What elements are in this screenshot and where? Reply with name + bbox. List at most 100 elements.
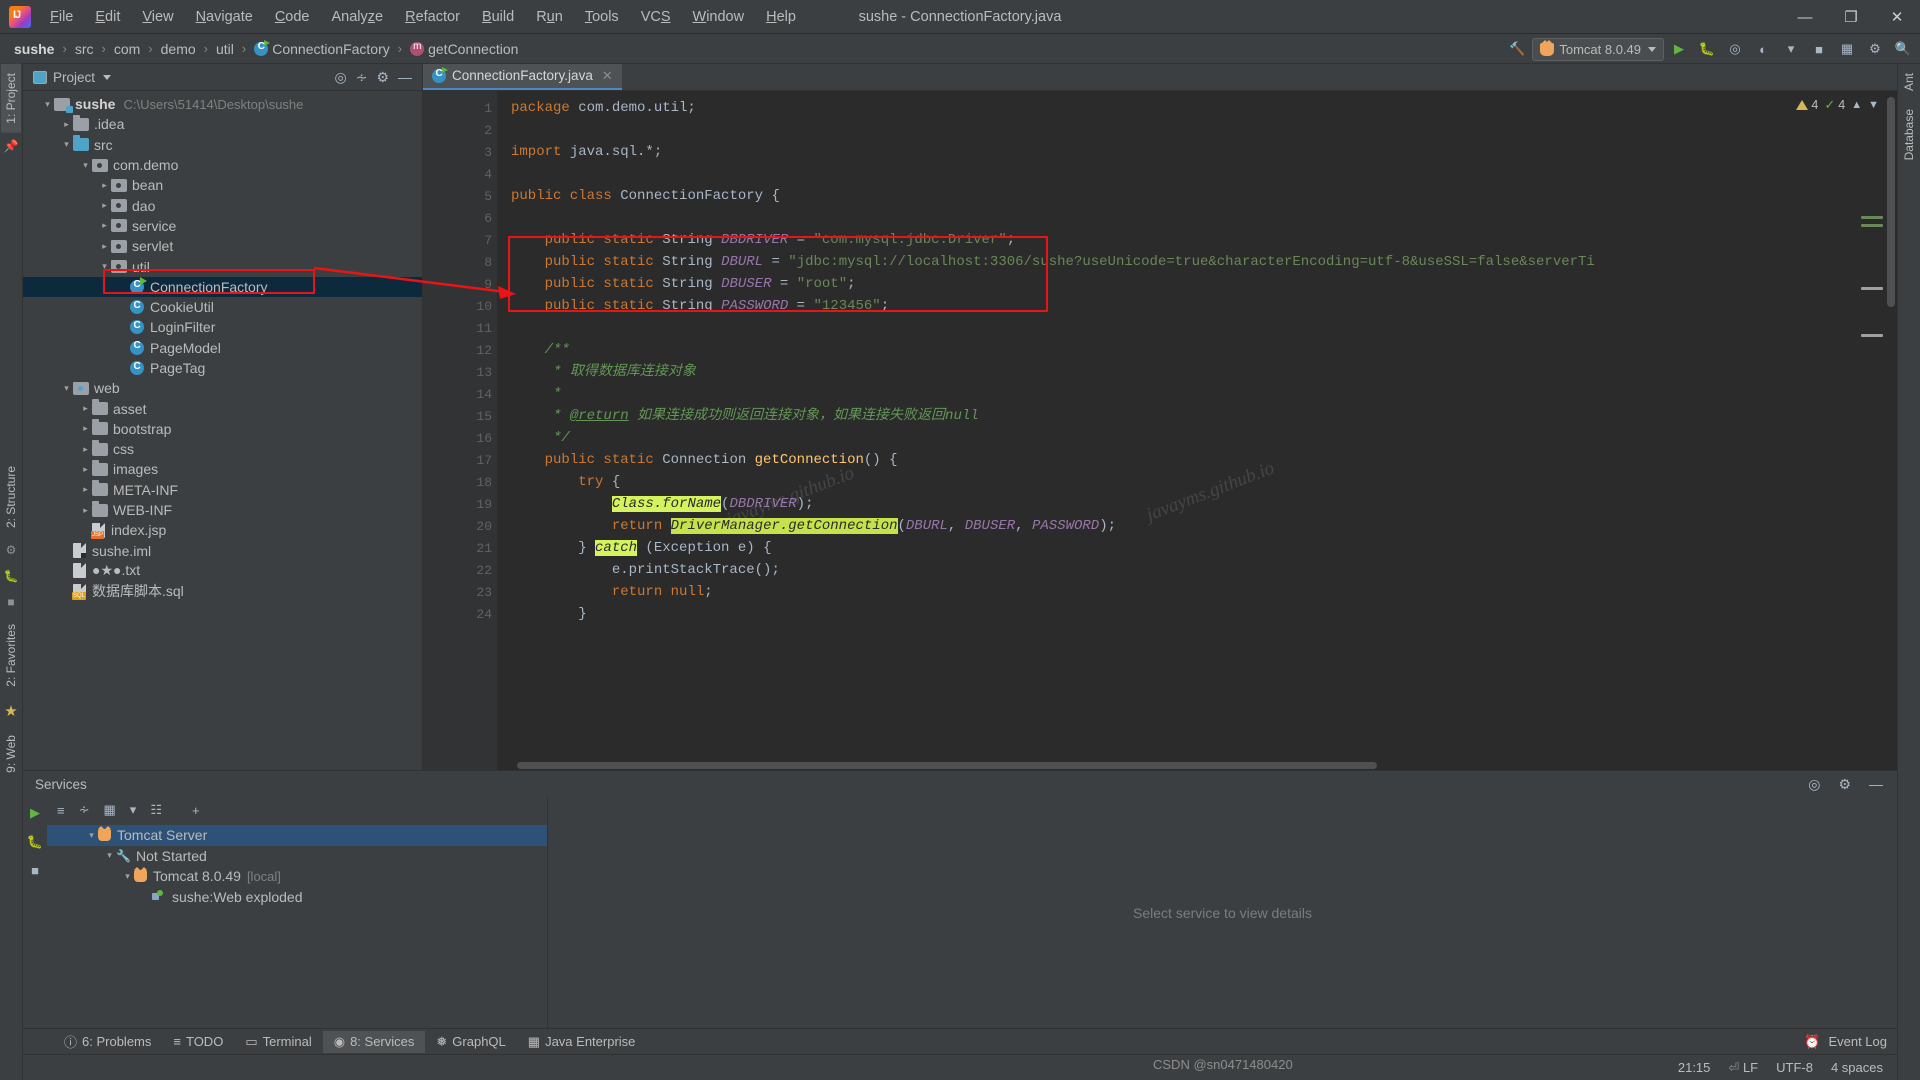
code-line[interactable]: * 取得数据库连接对象 xyxy=(497,361,1897,383)
tree-item[interactable]: JSP index.jsp xyxy=(23,520,422,540)
tree-item[interactable]: bootstrap xyxy=(23,419,422,439)
sidebar-item-ant[interactable]: Ant xyxy=(1899,64,1919,100)
debug-button[interactable]: 🐛 xyxy=(1694,37,1720,61)
editor-tab-connectionfactory[interactable]: ConnectionFactory.java ✕ xyxy=(423,63,622,90)
debug-icon[interactable]: 🐛 xyxy=(27,834,43,850)
tree-item-selected[interactable]: ConnectionFactory xyxy=(23,276,422,297)
settings-icon[interactable]: ⚙ xyxy=(1862,37,1888,61)
menu-tools[interactable]: Tools xyxy=(574,5,630,29)
code-line[interactable]: * @return 如果连接成功则返回连接对象，如果连接失败返回null xyxy=(497,405,1897,427)
tree-item[interactable]: images xyxy=(23,459,422,479)
code-line[interactable]: return null; xyxy=(497,581,1897,603)
menu-code[interactable]: Code xyxy=(264,5,321,29)
run-icon[interactable]: ▶ xyxy=(30,805,40,821)
bottom-tab-problems[interactable]: ⓘ 6: Problems xyxy=(53,1029,162,1054)
chevron-right-icon[interactable] xyxy=(79,505,92,516)
scrollbar-thumb[interactable] xyxy=(517,762,1377,769)
chevron-down-icon[interactable] xyxy=(85,830,98,841)
menu-run[interactable]: Run xyxy=(525,5,574,29)
hide-icon[interactable]: — xyxy=(398,70,412,84)
gear-icon[interactable]: ⚙ xyxy=(1838,776,1851,793)
chevron-down-icon[interactable] xyxy=(79,160,92,171)
run-configuration-selector[interactable]: Tomcat 8.0.49 xyxy=(1532,37,1664,61)
tree-item[interactable]: dao xyxy=(23,195,422,215)
tree-item[interactable]: bean xyxy=(23,175,422,195)
tree-item[interactable]: web xyxy=(23,378,422,398)
close-button[interactable]: ✕ xyxy=(1874,0,1920,34)
code-line[interactable]: package com.demo.util; xyxy=(497,97,1897,119)
maximize-button[interactable]: ❐ xyxy=(1828,0,1874,34)
scrollbar-thumb[interactable] xyxy=(1887,97,1895,307)
services-tree-item-selected[interactable]: Tomcat Server xyxy=(47,825,547,846)
minimize-button[interactable]: — xyxy=(1782,0,1828,34)
bottom-tab-services[interactable]: ◉ 8: Services xyxy=(322,1030,426,1053)
run-coverage-button[interactable]: ◎ xyxy=(1722,37,1748,61)
project-tree[interactable]: sushe C:\Users\51414\Desktop\sushe .idea sr… xyxy=(23,91,422,770)
tree-item[interactable]: com.demo xyxy=(23,155,422,175)
close-icon[interactable]: ✕ xyxy=(602,68,613,84)
locate-icon[interactable]: ◎ xyxy=(334,70,346,84)
code-line[interactable]: public static String DBUSER = "root"; xyxy=(497,273,1897,295)
gear-icon[interactable]: ⚙ xyxy=(376,70,389,84)
inspection-widget[interactable]: 4 ✓ 4 ▲ ▼ xyxy=(1796,97,1879,113)
status-indent[interactable]: 4 spaces xyxy=(1831,1060,1883,1075)
sidebar-item-favorites[interactable]: 2: Favorites xyxy=(1,615,21,696)
editor-viewport[interactable]: 12345▶6789101112▾13141516▾17@18▾192021💡2… xyxy=(423,91,1897,770)
tree-item[interactable]: util xyxy=(23,256,422,276)
code-line[interactable]: } xyxy=(497,603,1897,625)
group-icon[interactable]: ▦ xyxy=(104,802,116,818)
tree-item[interactable]: PageModel xyxy=(23,338,422,358)
tree-item[interactable]: css xyxy=(23,439,422,459)
code-line[interactable]: /** xyxy=(497,339,1897,361)
chevron-down-icon[interactable] xyxy=(41,99,54,110)
tree-item[interactable]: META-INF xyxy=(23,480,422,500)
stop-icon[interactable]: ■ xyxy=(31,863,39,878)
code-line[interactable]: public class ConnectionFactory { xyxy=(497,185,1897,207)
editor-horizontal-scrollbar[interactable] xyxy=(497,761,1885,770)
menu-bar[interactable]: File Edit View Navigate Code Analyze Ref… xyxy=(39,5,807,29)
filter-icon[interactable]: ▾ xyxy=(130,802,137,818)
project-panel-title[interactable]: Project xyxy=(33,70,112,85)
tree-item[interactable]: sushe C:\Users\51414\Desktop\sushe xyxy=(23,94,422,114)
chevron-down-icon[interactable] xyxy=(60,383,73,394)
code-line[interactable]: e.printStackTrace(); xyxy=(497,559,1897,581)
bottom-tab-terminal[interactable]: ▭ Terminal xyxy=(234,1031,322,1053)
bottom-tab-todo[interactable]: ≡ TODO xyxy=(162,1031,234,1052)
services-tree[interactable]: Tomcat Server 🔧 Not Started Tomcat 8.0.49 [l… xyxy=(47,823,547,1028)
code-line[interactable]: } catch (Exception e) { xyxy=(497,537,1897,559)
debug-icon[interactable]: 🐛 xyxy=(4,563,19,589)
services-tree-item[interactable]: sushe:Web exploded xyxy=(47,887,547,908)
tree-item[interactable]: ●★●.txt xyxy=(23,561,422,581)
pin-icon[interactable]: 📌 xyxy=(4,133,19,159)
search-icon[interactable]: 🔍 xyxy=(1890,37,1916,61)
tree-item[interactable]: .idea xyxy=(23,114,422,134)
chevron-right-icon[interactable] xyxy=(98,200,111,211)
tree-item[interactable]: asset xyxy=(23,398,422,418)
chevron-right-icon[interactable] xyxy=(79,403,92,414)
sidebar-item-web[interactable]: 9: Web xyxy=(1,726,21,782)
code-line[interactable]: * xyxy=(497,383,1897,405)
code-line[interactable]: public static Connection getConnection()… xyxy=(497,449,1897,471)
add-icon[interactable]: + xyxy=(192,803,200,818)
status-encoding[interactable]: UTF-8 xyxy=(1776,1060,1813,1075)
code-line[interactable]: try { xyxy=(497,471,1897,493)
chevron-down-icon[interactable]: ▼ xyxy=(1868,99,1879,111)
menu-navigate[interactable]: Navigate xyxy=(185,5,264,29)
chevron-down-icon[interactable] xyxy=(121,871,134,882)
warning-count[interactable]: 4 xyxy=(1796,98,1818,112)
menu-file[interactable]: File xyxy=(39,5,84,29)
bottom-tab-graphql[interactable]: ❅ GraphQL xyxy=(425,1031,516,1053)
code-line[interactable] xyxy=(497,119,1897,141)
code-line[interactable]: public static String DBURL = "jdbc:mysql… xyxy=(497,251,1897,273)
ant-icon[interactable]: ⚙ xyxy=(6,537,17,563)
code-line[interactable]: import java.sql.*; xyxy=(497,141,1897,163)
run-button[interactable]: ▶ xyxy=(1666,37,1692,61)
menu-build[interactable]: Build xyxy=(471,5,525,29)
code-content[interactable]: package com.demo.util; import java.sql.*… xyxy=(497,91,1897,770)
menu-edit[interactable]: Edit xyxy=(84,5,131,29)
collapse-all-icon[interactable]: ∻ xyxy=(79,802,90,818)
tree-item[interactable]: WEB-INF xyxy=(23,500,422,520)
code-line[interactable]: public static String DBDRIVER = "com.mys… xyxy=(497,229,1897,251)
locate-icon[interactable]: ◎ xyxy=(1808,776,1820,793)
tree-item[interactable]: LoginFilter xyxy=(23,317,422,337)
